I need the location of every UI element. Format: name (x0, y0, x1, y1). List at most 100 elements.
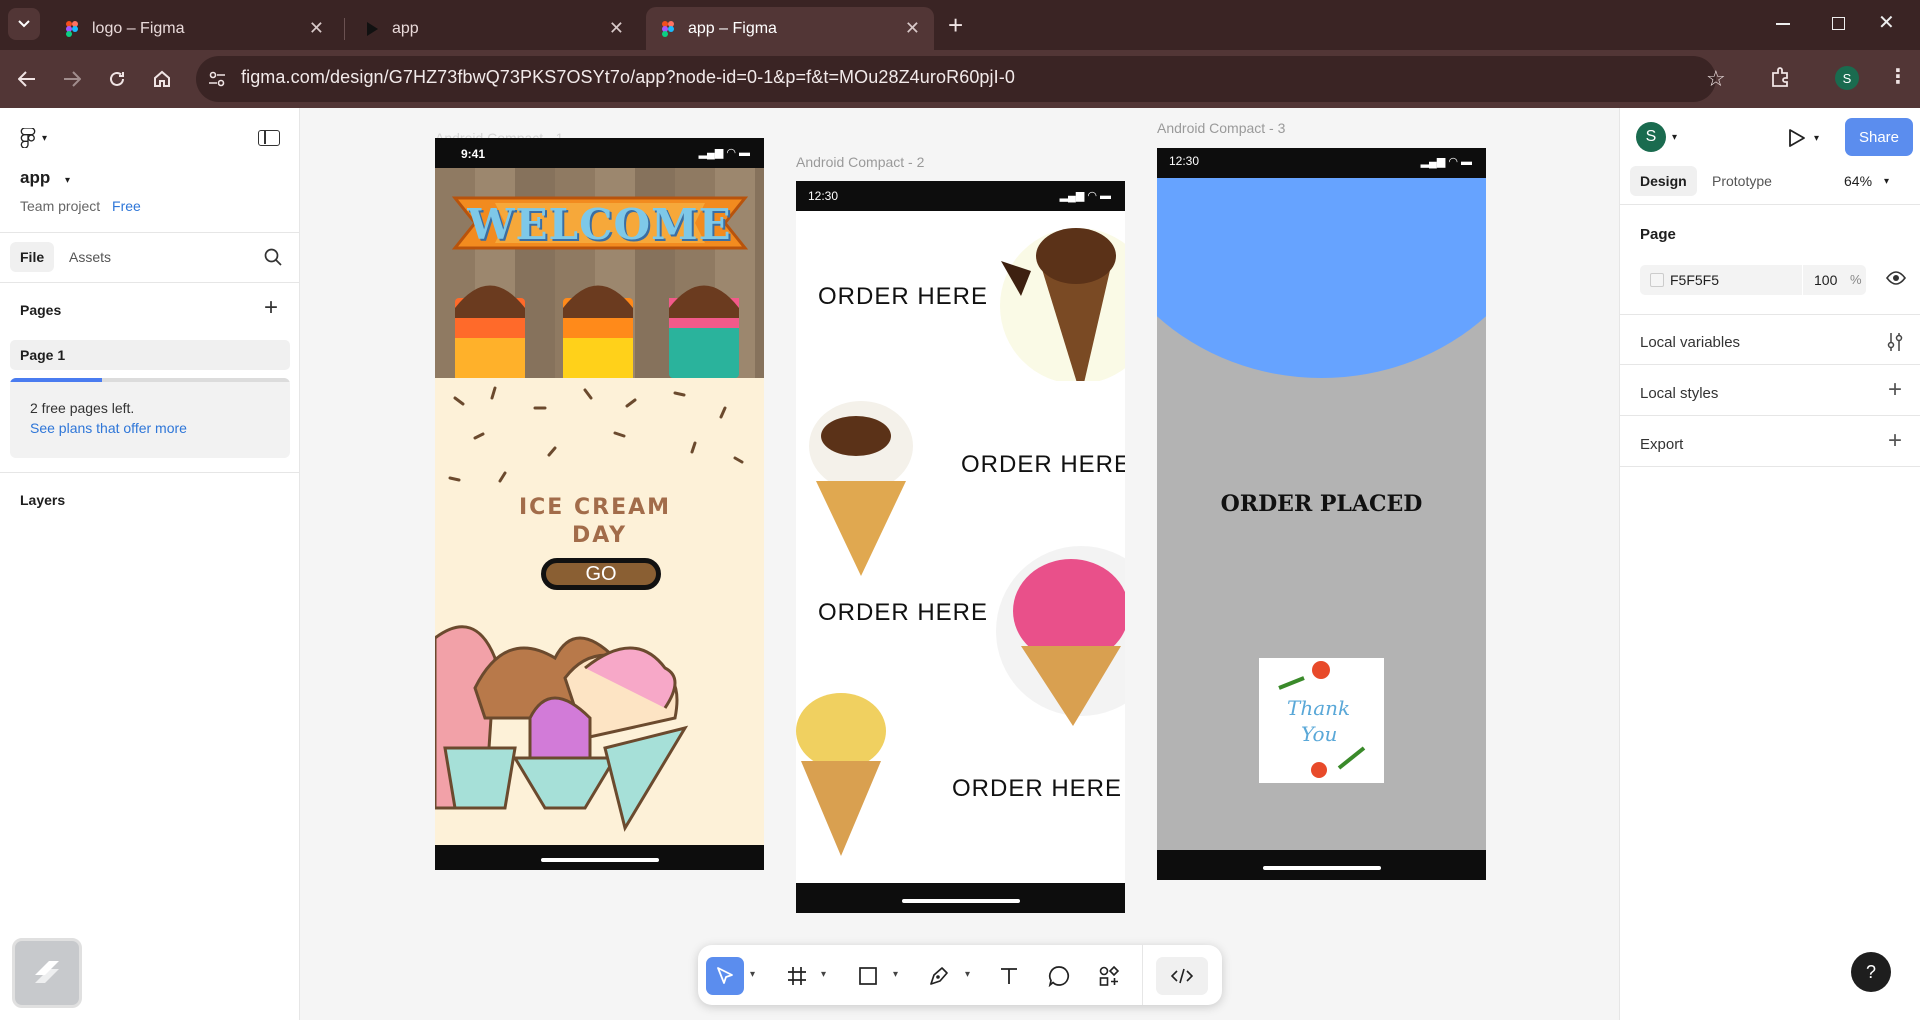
free-pages-progress-fill (10, 378, 103, 382)
forward-button[interactable] (55, 62, 89, 96)
toggle-sidebar-icon[interactable] (258, 130, 280, 146)
order-here-text[interactable]: ORDER HERE (818, 599, 988, 627)
order-here-text[interactable]: ORDER HERE (952, 775, 1122, 803)
order-here-text[interactable]: ORDER HERE (818, 283, 988, 311)
divider (0, 282, 300, 283)
opacity-value[interactable]: 100 (1814, 272, 1837, 288)
profile-avatar[interactable]: S (1835, 66, 1859, 90)
url-text[interactable]: figma.com/design/G7HZ73fbwQ73PKS7OSYt7o/… (241, 67, 1015, 88)
chocolate-cone-image (1000, 228, 1125, 381)
chevron-down-icon[interactable]: ▾ (893, 969, 898, 980)
status-bar: 12:30 ▂▄▆ ◠ ▬ (1157, 148, 1486, 178)
chevron-down-icon[interactable]: ▾ (965, 969, 970, 980)
frame-icon (788, 967, 806, 985)
figma-menu-button[interactable]: ▾ (20, 128, 47, 148)
pen-tool-button[interactable] (920, 957, 958, 995)
see-plans-link[interactable]: See plans that offer more (30, 420, 187, 436)
add-style-button[interactable]: + (1888, 376, 1902, 404)
page-color-value[interactable]: F5F5F5 (1670, 272, 1719, 288)
close-icon[interactable]: ✕ (609, 18, 624, 39)
comment-tool-button[interactable] (1040, 957, 1078, 995)
chevron-down-icon: ▾ (1672, 131, 1678, 143)
play-icon (367, 21, 378, 36)
figma-logo-icon (20, 128, 36, 148)
frame-android-compact-1[interactable]: 9:41 ▂▄▆ ◠ ▬ WELCOME ICE CREAM DAY GO (435, 138, 764, 870)
frame-label[interactable]: Android Compact - 3 (1157, 120, 1285, 136)
local-variables-title[interactable]: Local variables (1640, 334, 1740, 351)
dev-mode-toggle[interactable] (1156, 957, 1208, 995)
add-export-button[interactable]: + (1888, 427, 1902, 455)
chevron-down-icon[interactable]: ▾ (750, 969, 755, 980)
project-info: Team project Free (20, 198, 141, 214)
help-button[interactable]: ? (1851, 952, 1891, 992)
file-name-text: app (20, 168, 51, 187)
code-icon (1171, 968, 1193, 984)
blue-header-shape (1157, 148, 1486, 378)
search-icon[interactable] (264, 248, 282, 271)
close-icon[interactable]: ✕ (905, 18, 920, 39)
close-window-button[interactable]: ✕ (1878, 10, 1895, 35)
text-tool-button[interactable] (990, 957, 1028, 995)
tab-file[interactable]: File (10, 242, 55, 272)
ice-cream-title-line2: DAY (571, 523, 628, 548)
minimize-button[interactable] (1768, 12, 1798, 36)
move-tool-button[interactable] (706, 957, 744, 995)
tab-search-button[interactable] (8, 8, 40, 40)
status-time: 12:30 (808, 189, 839, 203)
tab-assets[interactable]: Assets (69, 249, 111, 265)
browser-menu-icon[interactable]: ⋮ (1888, 64, 1908, 89)
close-icon[interactable]: ✕ (309, 18, 324, 39)
user-avatar[interactable]: S ▾ (1636, 122, 1677, 152)
back-button[interactable] (10, 62, 44, 96)
divider (0, 232, 300, 233)
export-title[interactable]: Export (1640, 436, 1683, 453)
cursor-icon (717, 967, 733, 984)
frame-android-compact-2[interactable]: 12:30 ▂▄▆ ◠ ▬ ORDER HERE ORDER HERE ORDE… (796, 181, 1125, 913)
project-name[interactable]: Team project (20, 198, 100, 214)
order-here-text[interactable]: ORDER HERE (961, 451, 1125, 479)
page-item-page-1[interactable]: Page 1 (10, 340, 290, 370)
figma-icon (66, 20, 78, 37)
frame-android-compact-3[interactable]: 12:30 ▂▄▆ ◠ ▬ ORDER PLACED Thank You (1157, 148, 1486, 880)
color-swatch[interactable] (1650, 273, 1664, 287)
chevron-down-icon: ▾ (42, 132, 48, 144)
app-launcher-icon[interactable] (12, 938, 82, 1008)
chevron-down-icon: ▾ (1814, 132, 1820, 144)
chevron-down-icon[interactable]: ▾ (821, 969, 826, 980)
site-info-icon[interactable] (208, 70, 226, 93)
reload-button[interactable] (100, 62, 134, 96)
local-styles-title[interactable]: Local styles (1640, 385, 1718, 402)
play-icon (1789, 129, 1805, 147)
tab-app[interactable]: app ✕ (350, 7, 638, 50)
present-button[interactable]: ▾ (1788, 128, 1819, 148)
tab-app-figma[interactable]: app – Figma ✕ (646, 7, 934, 50)
page-color-field[interactable]: F5F5F5 100 % (1640, 265, 1866, 295)
zoom-level[interactable]: 64% ▾ (1844, 173, 1889, 189)
frame-tool-button[interactable] (778, 957, 816, 995)
components-icon (1099, 965, 1120, 986)
page-section-title: Page (1640, 226, 1676, 243)
bookmark-star-icon[interactable]: ☆ (1706, 66, 1726, 92)
shape-tool-button[interactable] (849, 957, 887, 995)
divider (1620, 204, 1920, 205)
design-canvas[interactable]: Android Compact - 1 9:41 ▂▄▆ ◠ ▬ WELCOME… (301, 108, 1619, 1020)
vanilla-cone-image (809, 401, 913, 576)
visibility-eye-icon[interactable] (1885, 271, 1907, 290)
restore-button[interactable] (1824, 12, 1854, 36)
new-tab-button[interactable]: + (948, 10, 963, 41)
file-name[interactable]: app ▾ (20, 168, 70, 188)
actions-tool-button[interactable] (1090, 957, 1128, 995)
variables-icon[interactable] (1886, 332, 1904, 357)
tab-title: app (392, 19, 419, 37)
share-button[interactable]: Share (1845, 118, 1913, 156)
home-button[interactable] (145, 62, 179, 96)
comment-icon (1048, 966, 1070, 987)
right-panel: S ▾ ▾ Share Design Prototype 64% ▾ Page … (1619, 108, 1920, 1020)
tab-prototype[interactable]: Prototype (1712, 173, 1772, 189)
extensions-icon[interactable] (1770, 66, 1792, 93)
frame-label[interactable]: Android Compact - 2 (796, 154, 924, 170)
tab-design[interactable]: Design (1630, 166, 1697, 196)
add-page-button[interactable]: + (264, 294, 278, 322)
status-icons: ▂▄▆ ◠ ▬ (698, 147, 750, 159)
tab-logo-figma[interactable]: logo – Figma ✕ (50, 7, 338, 50)
